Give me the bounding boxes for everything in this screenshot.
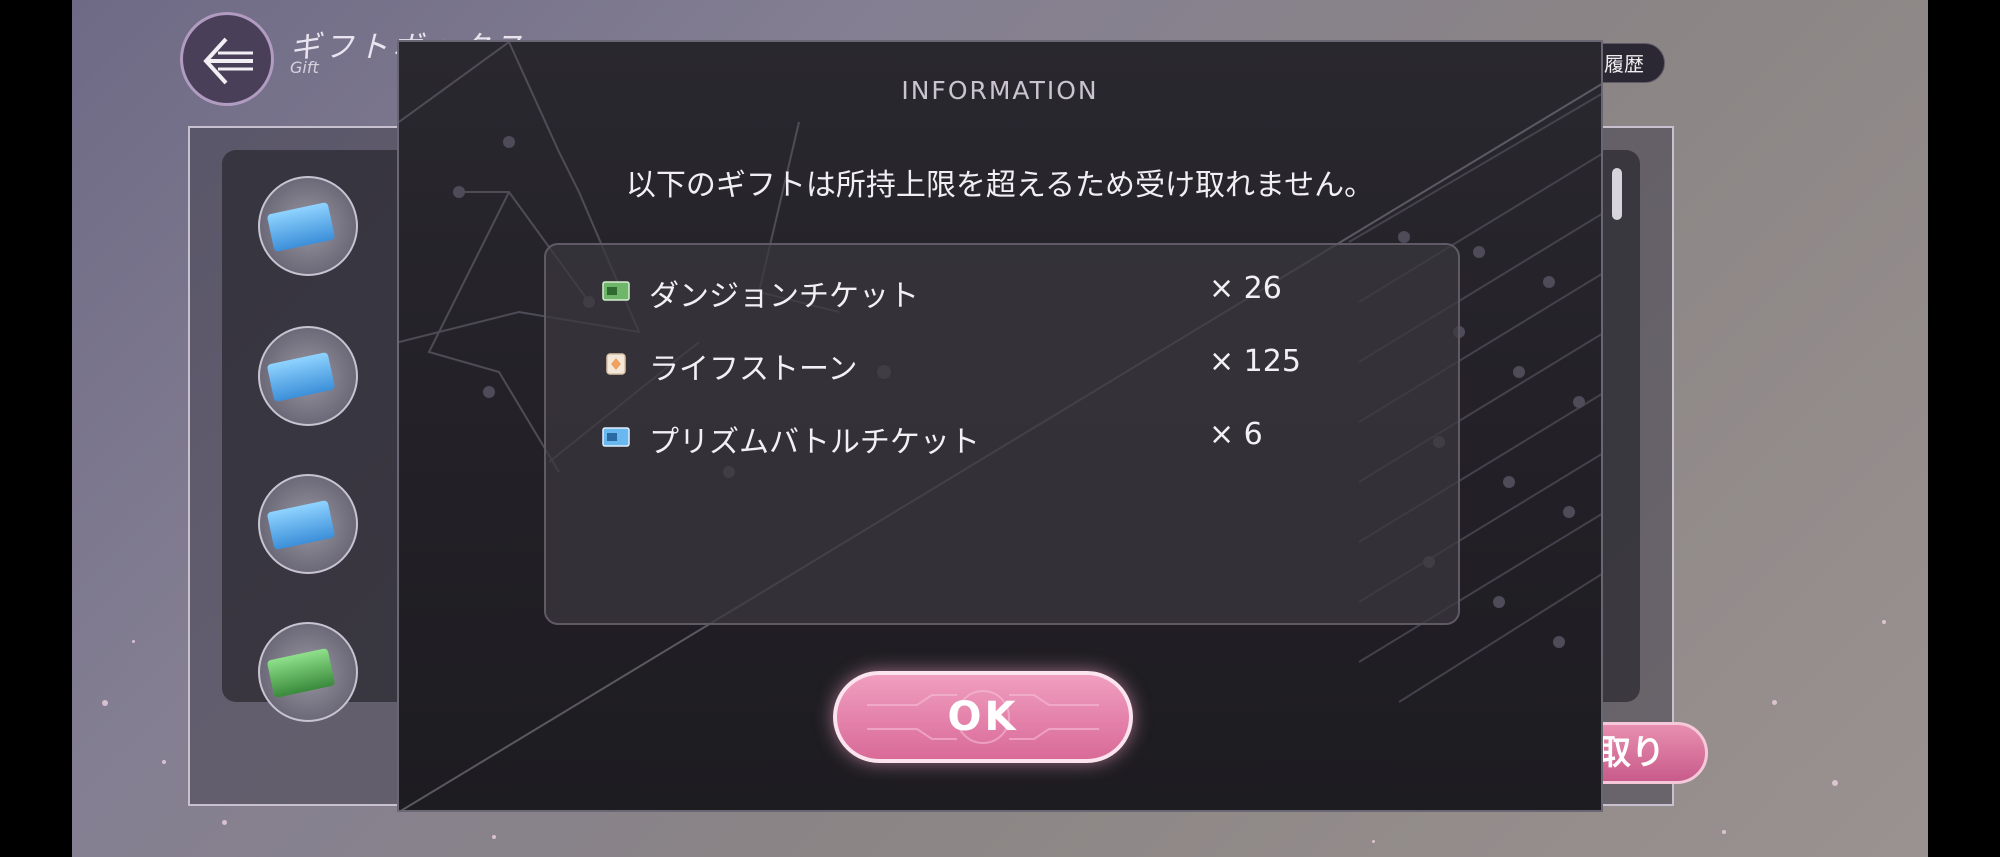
dialog-message: 以下のギフトは所持上限を超えるため受け取れません。 [625, 168, 1375, 203]
gift-item-icon [258, 176, 358, 276]
gift-row: ダンジョンチケット × 26 [546, 267, 1458, 317]
back-arrow-icon [203, 37, 253, 85]
information-dialog: INFORMATION 以下のギフトは所持上限を超えるため受け取れません。 ダン… [397, 40, 1603, 812]
gift-quantity: × 125 [1209, 344, 1301, 379]
gift-item-icon [258, 622, 358, 722]
dialog-title: INFORMATION [901, 76, 1099, 105]
gift-name: プリズムバトルチケット [649, 425, 980, 460]
gift-name: ダンジョンチケット [649, 279, 919, 314]
over-limit-gift-list: ダンジョンチケット × 26 ライフストーン × 125 プリズムバトルチケット… [544, 243, 1460, 625]
gift-item-icon [258, 474, 358, 574]
ok-button[interactable]: OK [833, 671, 1133, 763]
screen-subtitle: Gift [290, 58, 319, 77]
gift-quantity: × 6 [1209, 417, 1263, 452]
life-stone-icon [606, 353, 626, 375]
ok-button-label: OK [947, 694, 1019, 740]
scrollbar-thumb[interactable] [1612, 168, 1622, 220]
gift-row: プリズムバトルチケット × 6 [546, 413, 1458, 463]
letterbox-right [1928, 0, 2000, 857]
gift-item-icon [258, 326, 358, 426]
gift-row: ライフストーン × 125 [546, 340, 1458, 390]
blue-ticket-icon [602, 427, 630, 447]
gift-quantity: × 26 [1209, 271, 1282, 306]
gift-name: ライフストーン [649, 352, 858, 387]
green-ticket-icon [602, 281, 630, 301]
back-button[interactable] [180, 12, 274, 106]
letterbox-left [0, 0, 72, 857]
